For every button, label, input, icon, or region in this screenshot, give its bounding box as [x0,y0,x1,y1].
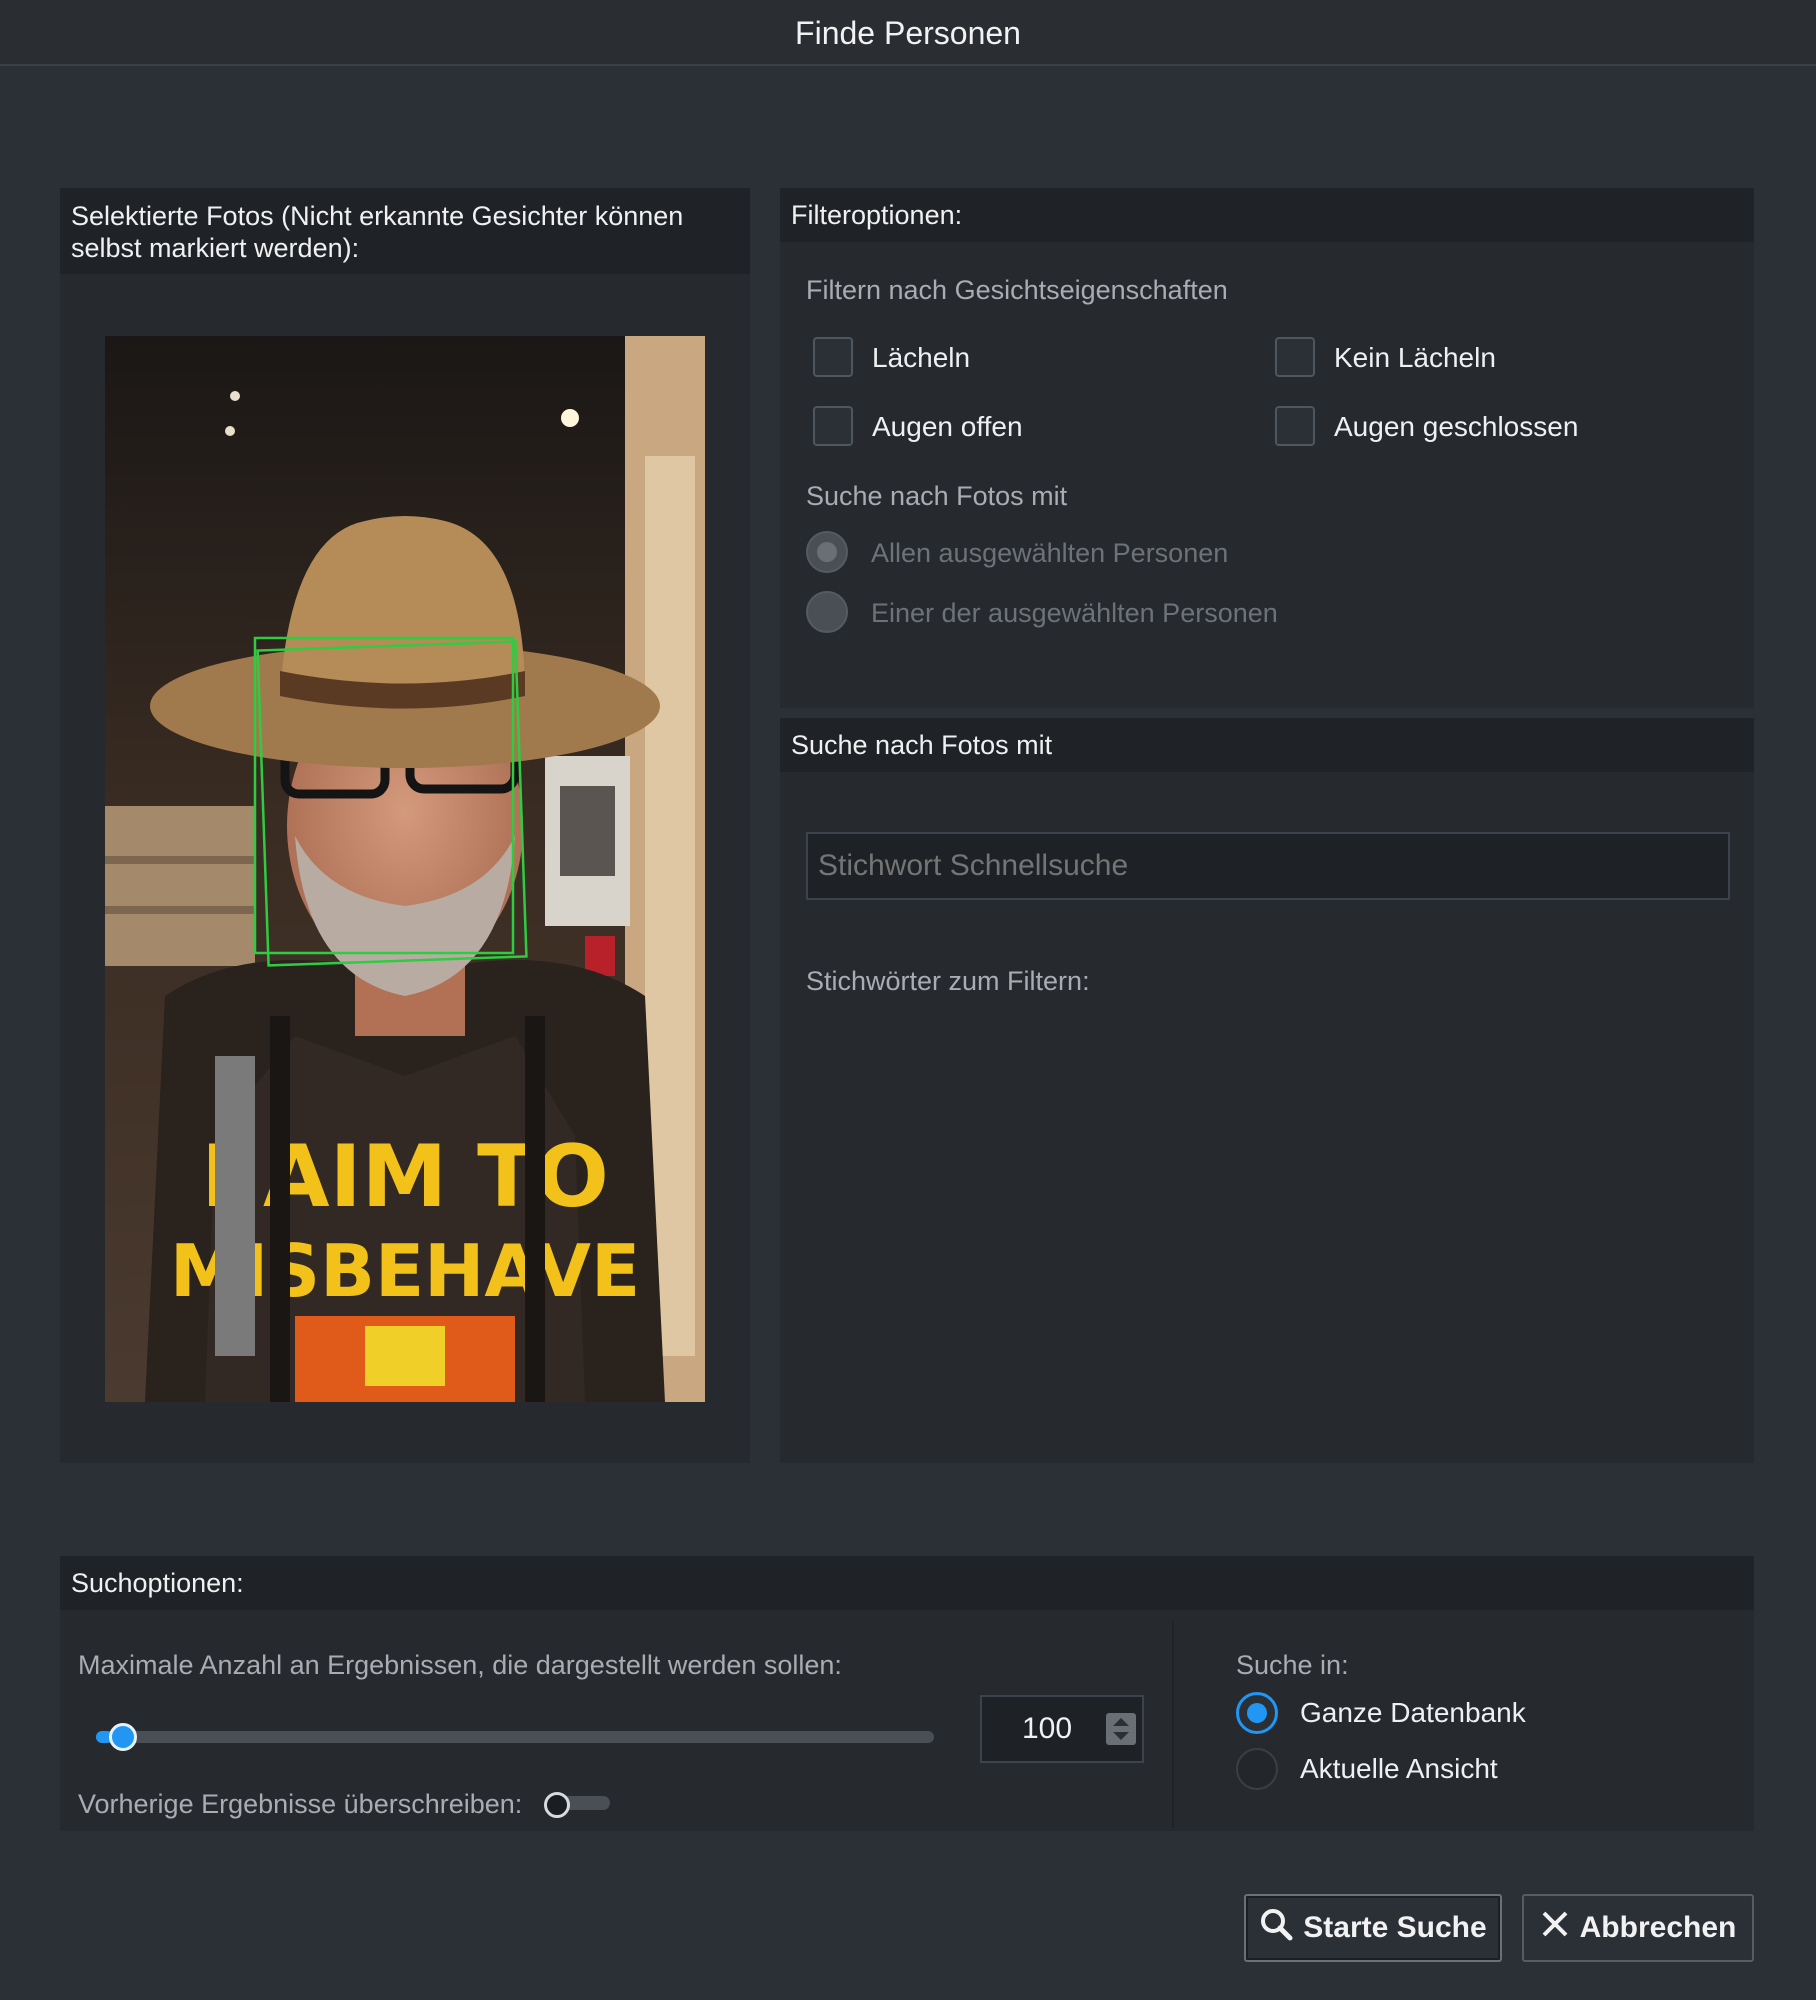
current-view-radio[interactable] [1236,1748,1278,1790]
filter-panel-header: Filteroptionen: [780,188,1754,242]
eyes-closed-checkbox[interactable] [1275,406,1315,446]
shirt-print-line1: I AIM TO [201,1127,609,1227]
overwrite-toggle-knob[interactable] [544,1792,570,1818]
options-divider [1172,1622,1174,1828]
search-photos-label: Suche nach Fotos mit [806,481,1068,511]
cancel-button[interactable]: Abbrechen [1522,1894,1754,1962]
current-view-label: Aktuelle Ansicht [1300,1753,1498,1784]
max-results-slider-thumb[interactable] [108,1723,137,1751]
close-icon [1540,1909,1570,1947]
smile-checkbox[interactable] [813,337,853,377]
overwrite-label: Vorherige Ergebnisse überschreiben: [78,1789,523,1819]
max-results-spinbox[interactable]: 100 [980,1695,1144,1763]
search-options-header: Suchoptionen: [60,1556,1754,1610]
no-smile-checkbox[interactable] [1275,337,1315,377]
whole-database-label: Ganze Datenbank [1300,1697,1526,1728]
keyword-panel-header: Suche nach Fotos mit [780,718,1754,772]
all-persons-label: Allen ausgewählten Personen [871,538,1229,568]
any-person-label: Einer der ausgewählten Personen [871,598,1278,628]
search-in-label: Suche in: [1236,1650,1349,1680]
no-smile-label: Kein Lächeln [1334,342,1496,373]
keyword-search-input[interactable] [806,832,1730,900]
max-results-value: 100 [1021,1712,1073,1745]
search-icon [1259,1907,1293,1949]
smile-label: Lächeln [872,342,971,373]
selected-photo[interactable]: I AIM TO MISBEHAVE [105,336,705,1402]
keyword-panel [780,718,1754,1463]
start-search-button[interactable]: Starte Suche [1244,1894,1502,1962]
max-results-label: Maximale Anzahl an Ergebnissen, die darg… [78,1650,842,1680]
cancel-label: Abbrechen [1579,1911,1737,1944]
keywords-filter-label: Stichwörter zum Filtern: [806,966,1090,996]
window-title: Finde Personen [795,15,1021,51]
photos-panel-header: Selektierte Fotos (Nicht erkannte Gesich… [60,188,750,274]
any-person-radio[interactable] [806,591,848,633]
max-results-slider-track[interactable] [96,1731,934,1743]
spin-arrows-icon[interactable] [1106,1713,1136,1745]
whole-database-radio[interactable] [1236,1692,1278,1734]
eyes-closed-label: Augen geschlossen [1334,411,1579,442]
start-search-label: Starte Suche [1303,1911,1487,1944]
all-persons-radio[interactable] [806,531,848,573]
eyes-open-checkbox[interactable] [813,406,853,446]
face-properties-label: Filtern nach Gesichtseigenschaften [806,275,1228,305]
eyes-open-label: Augen offen [872,411,1023,442]
photo-image: I AIM TO MISBEHAVE [105,336,705,1402]
